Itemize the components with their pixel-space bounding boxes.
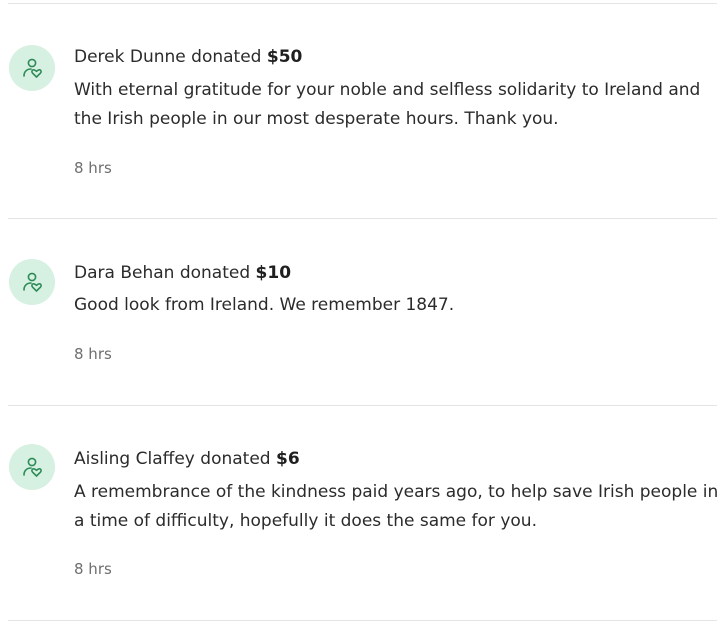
- donor-name: Derek Dunne: [74, 47, 186, 67]
- donation-amount: $6: [276, 449, 300, 469]
- divider: [8, 3, 717, 4]
- donor-avatar: [9, 444, 55, 490]
- donor-avatar: [9, 259, 55, 305]
- divider: [8, 405, 717, 406]
- donor-heart-icon: [23, 457, 42, 477]
- donor-line: Aisling Claffey donated $6: [74, 448, 300, 470]
- donated-verb: donated: [179, 263, 251, 283]
- donor-avatar: [9, 45, 55, 91]
- divider: [8, 218, 717, 219]
- donation-message: With eternal gratitude for your noble an…: [74, 80, 701, 129]
- donation-message: A remembrance of the kindness paid years…: [74, 482, 719, 531]
- donation-time: 8 hrs: [74, 560, 112, 578]
- donation-message: Good look from Ireland. We remember 1847…: [74, 295, 455, 315]
- donor-line: Derek Dunne donated $50: [74, 46, 302, 68]
- donation-time: 8 hrs: [74, 159, 112, 177]
- donor-heart-icon: [23, 58, 42, 78]
- donor-heart-icon: [23, 272, 42, 292]
- donated-verb: donated: [200, 449, 271, 469]
- divider: [8, 620, 717, 621]
- donor-name: Dara Behan: [74, 263, 175, 283]
- donation-time: 8 hrs: [74, 345, 112, 363]
- donor-name: Aisling Claffey: [74, 449, 195, 469]
- donated-verb: donated: [191, 47, 262, 67]
- donation-amount: $50: [266, 47, 303, 67]
- donation-amount: $10: [255, 263, 292, 283]
- donor-line: Dara Behan donated $10: [74, 262, 291, 284]
